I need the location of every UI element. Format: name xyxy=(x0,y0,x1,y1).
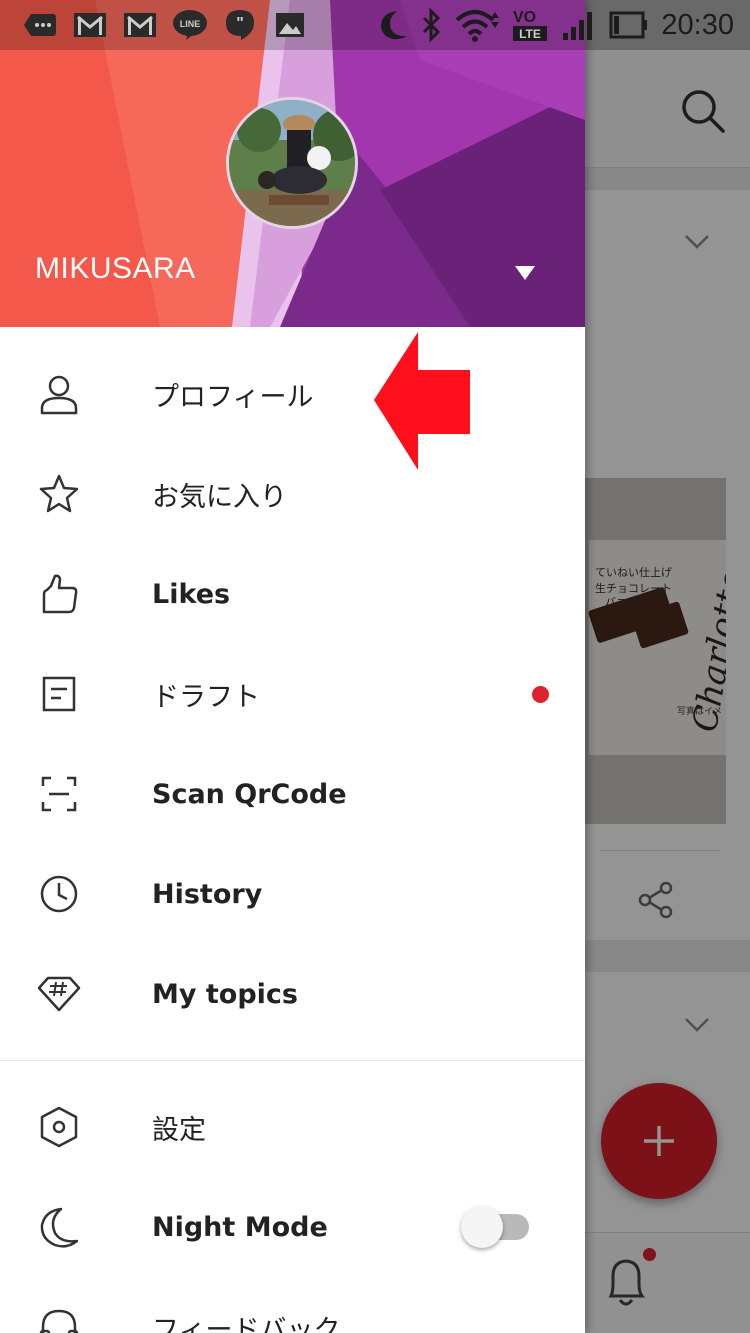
notification-icons: LINE " xyxy=(22,8,308,42)
username: MIKUSARA xyxy=(35,252,196,285)
menu-item-label: Likes xyxy=(152,578,231,610)
clock-time: 20:30 xyxy=(661,8,734,41)
menu-item-profile[interactable]: プロフィール xyxy=(0,344,585,444)
menu-item-label: History xyxy=(152,878,263,910)
menu-item-history[interactable]: History xyxy=(0,844,585,944)
signal-icon xyxy=(563,12,593,40)
line-icon: LINE xyxy=(172,8,208,42)
annotation-arrow-icon xyxy=(374,332,470,470)
menu-item-label: プロフィール xyxy=(152,381,314,413)
menu-item-settings[interactable]: 設定 xyxy=(0,1077,585,1177)
gmail-icon xyxy=(122,8,158,42)
menu-divider xyxy=(0,1060,585,1061)
clock-icon xyxy=(36,871,82,917)
battery-icon xyxy=(609,11,648,39)
menu-item-label: 設定 xyxy=(152,1114,206,1146)
volte-top-text: VO xyxy=(513,9,536,26)
thumbs-up-icon xyxy=(36,571,82,617)
settings-hexagon-icon xyxy=(36,1104,82,1150)
menu-item-label: フィードバック xyxy=(152,1314,341,1333)
headset-icon xyxy=(36,1304,82,1333)
navigation-drawer: MIKUSARA プロフィール お気に入り Likes ドラフト Scan Qr… xyxy=(0,0,585,1333)
menu-item-feedback[interactable]: フィードバック xyxy=(0,1277,585,1333)
bluetooth-icon xyxy=(423,8,441,42)
menu-item-scan-qrcode[interactable]: Scan QrCode xyxy=(0,744,585,844)
wifi-icon xyxy=(456,10,500,42)
image-icon xyxy=(272,8,308,42)
svg-text:": " xyxy=(236,15,244,32)
menu-item-favorites[interactable]: お気に入り xyxy=(0,444,585,544)
status-bar: LINE " VO LTE 20:30 xyxy=(0,0,750,50)
svg-text:LINE: LINE xyxy=(180,19,201,29)
caret-down-icon xyxy=(515,266,535,280)
scan-icon xyxy=(36,771,82,817)
account-dropdown-button[interactable] xyxy=(506,258,544,288)
menu-item-night-mode[interactable]: Night Mode xyxy=(0,1177,585,1277)
moon-icon xyxy=(381,11,408,40)
menu-item-my-topics[interactable]: My topics xyxy=(0,944,585,1044)
menu-item-label: Scan QrCode xyxy=(152,778,347,810)
volte-bottom-text: LTE xyxy=(520,27,542,41)
menu-item-label: Night Mode xyxy=(152,1211,328,1243)
volte-icon: VOLTE xyxy=(513,9,548,41)
menu-item-label: My topics xyxy=(152,978,298,1010)
menu-item-label: ドラフト xyxy=(152,681,260,713)
system-icons: VO LTE 20:30 xyxy=(379,6,734,44)
unread-dot xyxy=(532,685,549,703)
chat-bubble-icon xyxy=(22,8,58,42)
star-icon xyxy=(36,471,82,517)
menu-item-draft[interactable]: ドラフト xyxy=(0,644,585,744)
night-mode-toggle[interactable] xyxy=(461,1206,529,1248)
gmail-icon xyxy=(72,8,108,42)
avatar[interactable] xyxy=(226,97,358,229)
hashtag-diamond-icon xyxy=(36,971,82,1017)
moon-icon xyxy=(36,1204,82,1250)
quote-bubble-icon: " xyxy=(222,8,258,42)
toggle-thumb xyxy=(461,1206,503,1248)
menu-item-label: お気に入り xyxy=(152,481,287,513)
draft-icon xyxy=(36,671,82,717)
menu-item-likes[interactable]: Likes xyxy=(0,544,585,644)
person-icon xyxy=(36,371,82,417)
